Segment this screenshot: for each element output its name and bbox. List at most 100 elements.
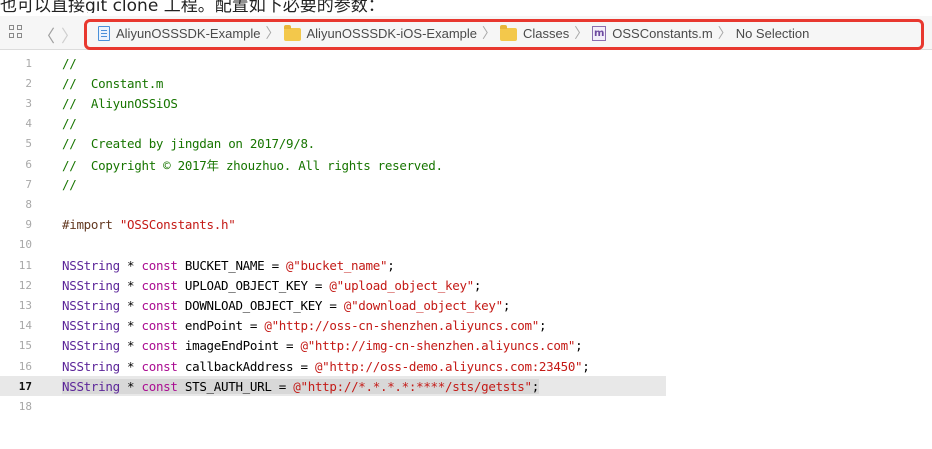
line-number: 17 bbox=[18, 379, 32, 393]
keyword-token: const bbox=[141, 338, 178, 354]
comment-token: // bbox=[62, 55, 77, 71]
code-line[interactable]: 2 // Constant.m bbox=[0, 73, 932, 93]
type-token: NSString bbox=[62, 358, 120, 374]
line-number: 18 bbox=[18, 399, 32, 413]
breadcrumb-item-file[interactable]: m OSSConstants.m bbox=[592, 25, 713, 41]
chevron-right-icon: 〉 bbox=[265, 25, 280, 41]
type-token: NSString bbox=[62, 277, 120, 293]
operator-token: * bbox=[119, 297, 142, 313]
code-line[interactable]: 16 NSString * const callbackAddress = @"h… bbox=[0, 356, 932, 376]
code-line[interactable]: 14 NSString * const endPoint = @"http://o… bbox=[0, 316, 932, 336]
string-token: @"download_object_key" bbox=[343, 297, 503, 313]
code-line[interactable]: 6 // Copyright © 2017年 zhouzhuo. All righ… bbox=[0, 154, 932, 174]
line-number: 5 bbox=[25, 137, 32, 151]
punctuation-token: ; bbox=[502, 297, 511, 313]
identifier-token: BUCKET_NAME = bbox=[177, 257, 287, 273]
source-editor[interactable]: 1 // 2 // Constant.m 3 // AliyunOSSiOS 4 // 5 // … bbox=[0, 51, 932, 449]
line-number: 16 bbox=[18, 359, 32, 373]
code-line[interactable]: 5 // Created by jingdan on 2017/9/8. bbox=[0, 134, 932, 154]
code-line[interactable]: 7 // bbox=[0, 174, 932, 194]
code-text: // AliyunOSSiOS bbox=[62, 96, 178, 111]
code-text: // bbox=[62, 116, 77, 132]
back-arrow-icon[interactable]: 〈 bbox=[38, 22, 55, 47]
project-file-icon bbox=[98, 25, 110, 41]
keyword-token: const bbox=[141, 297, 178, 313]
line-number: 3 bbox=[25, 96, 32, 110]
code-text: NSString * const UPLOAD_OBJECT_KEY = @"u… bbox=[62, 278, 481, 293]
breadcrumb-label: Classes bbox=[523, 25, 570, 41]
keyword-token: const bbox=[141, 257, 178, 273]
breadcrumb-item-project[interactable]: AliyunOSSSDK-Example bbox=[98, 25, 261, 41]
operator-token: * bbox=[119, 318, 142, 334]
operator-token: * bbox=[119, 277, 142, 293]
comment-token: // Constant.m bbox=[62, 75, 164, 91]
caption-text: 也可以直接git clone 工程。配置如下必要的参数： bbox=[0, 0, 385, 13]
type-token: NSString bbox=[62, 297, 120, 313]
breadcrumb-item-classes[interactable]: Classes bbox=[500, 24, 570, 41]
code-text: // bbox=[62, 55, 77, 71]
preprocessor-token: #import bbox=[62, 217, 120, 233]
type-token: NSString bbox=[62, 378, 120, 394]
string-token: @"http://*.*.*.*:****/sts/getsts" bbox=[293, 378, 532, 394]
code-line[interactable]: 18 bbox=[0, 396, 932, 416]
line-number: 12 bbox=[18, 278, 32, 292]
code-line[interactable]: 11 NSString * const BUCKET_NAME = @"bucke… bbox=[0, 255, 932, 275]
operator-token: * bbox=[119, 257, 142, 273]
code-text: NSString * const BUCKET_NAME = @"bucket_… bbox=[62, 257, 395, 273]
code-text: NSString * const STS_AUTH_URL = @"http:/… bbox=[62, 378, 540, 394]
comment-token: // bbox=[62, 116, 77, 132]
code-text: NSString * const DOWNLOAD_OBJECT_KEY = @… bbox=[62, 298, 510, 313]
code-line[interactable]: 9 #import "OSSConstants.h" bbox=[0, 215, 932, 235]
code-text: // bbox=[62, 176, 77, 192]
code-line[interactable]: 10 bbox=[0, 235, 932, 255]
keyword-token: const bbox=[141, 378, 178, 394]
punctuation-token: ; bbox=[582, 358, 590, 374]
folder-icon bbox=[500, 24, 517, 41]
forward-arrow-icon[interactable]: 〉 bbox=[61, 22, 78, 47]
identifier-token: endPoint = bbox=[177, 318, 265, 334]
related-items-grid-icon[interactable] bbox=[9, 25, 23, 39]
line-number: 14 bbox=[18, 319, 32, 333]
code-line[interactable]: 15 NSString * const imageEndPoint = @"htt… bbox=[0, 336, 932, 356]
string-token: "OSSConstants.h" bbox=[119, 217, 236, 233]
code-line[interactable]: 4 // bbox=[0, 114, 932, 134]
breadcrumb-label: AliyunOSSSDK-iOS-Example bbox=[306, 25, 478, 41]
code-text: NSString * const endPoint = @"http://oss… bbox=[62, 318, 546, 333]
line-number: 7 bbox=[25, 177, 32, 191]
code-line[interactable]: 8 bbox=[0, 194, 932, 214]
comment-token: // bbox=[62, 176, 77, 192]
code-line[interactable]: 12 NSString * const UPLOAD_OBJECT_KEY = @… bbox=[0, 275, 932, 295]
operator-token: * bbox=[119, 358, 142, 374]
code-text: NSString * const callbackAddress = @"htt… bbox=[62, 359, 590, 374]
keyword-token: const bbox=[141, 318, 178, 334]
folder-icon bbox=[283, 24, 301, 41]
string-token: @"bucket_name" bbox=[286, 257, 388, 273]
keyword-token: const bbox=[141, 358, 178, 374]
type-token: NSString bbox=[62, 318, 120, 334]
breadcrumb-item-group[interactable]: AliyunOSSSDK-iOS-Example bbox=[283, 24, 478, 41]
code-line[interactable]: 17 NSString * const STS_AUTH_URL = @"http… bbox=[0, 376, 666, 397]
punctuation-token: ; bbox=[575, 338, 583, 354]
punctuation-token: ; bbox=[531, 378, 540, 394]
line-number: 8 bbox=[25, 197, 32, 211]
breadcrumb: AliyunOSSSDK-Example 〉 AliyunOSSSDK-iOS-… bbox=[98, 23, 809, 43]
code-text: #import "OSSConstants.h" bbox=[62, 217, 236, 233]
breadcrumb-item-selection[interactable]: No Selection bbox=[736, 26, 810, 41]
line-number: 1 bbox=[25, 56, 32, 70]
keyword-token: const bbox=[141, 277, 178, 293]
line-number: 15 bbox=[18, 339, 32, 353]
chevron-right-icon: 〉 bbox=[574, 25, 589, 41]
identifier-token: UPLOAD_OBJECT_KEY = bbox=[177, 277, 330, 293]
code-line[interactable]: 3 // AliyunOSSiOS bbox=[0, 93, 932, 113]
code-text: // Copyright © 2017年 zhouzhuo. All right… bbox=[62, 155, 443, 174]
objc-m-file-icon: m bbox=[592, 25, 607, 41]
comment-token: // Copyright © 2017年 zhouzhuo. All right… bbox=[62, 157, 443, 173]
code-line[interactable]: 13 NSString * const DOWNLOAD_OBJECT_KEY =… bbox=[0, 295, 932, 315]
identifier-token: DOWNLOAD_OBJECT_KEY = bbox=[177, 297, 344, 313]
code-line[interactable]: 1 // bbox=[0, 53, 932, 73]
string-token: @"http://img-cn-shenzhen.aliyuncs.com" bbox=[300, 338, 576, 354]
line-number: 11 bbox=[18, 258, 32, 272]
identifier-token: imageEndPoint = bbox=[177, 338, 301, 354]
code-text: // Constant.m bbox=[62, 76, 163, 91]
breadcrumb-label: AliyunOSSSDK-Example bbox=[116, 25, 261, 41]
